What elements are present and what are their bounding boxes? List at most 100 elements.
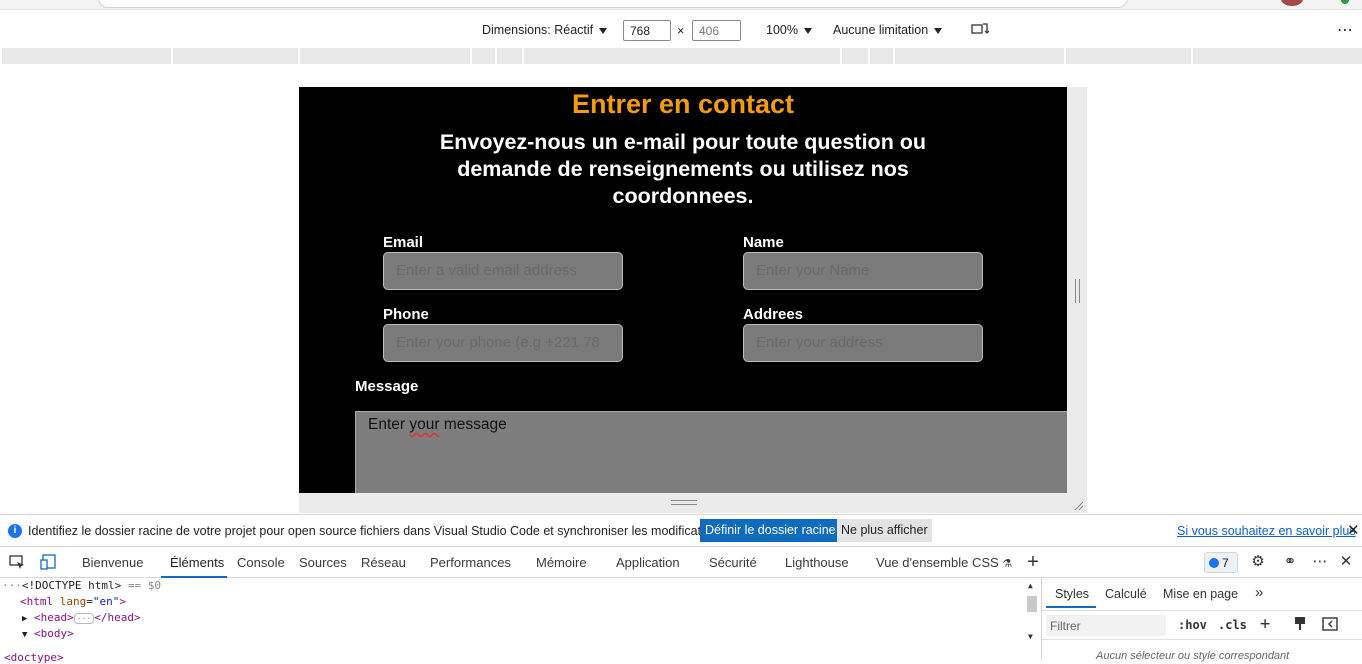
html-open-tag: <html xyxy=(20,595,54,608)
chevron-down-icon xyxy=(934,27,943,34)
media-query-ruler[interactable] xyxy=(2,48,1362,64)
resize-grip-icon xyxy=(1075,279,1080,303)
message-label: Message xyxy=(355,378,419,395)
tab-css-overview[interactable]: Vue d'ensemble CSS ⚗ xyxy=(876,555,1012,570)
close-icon[interactable]: ✕ xyxy=(1337,553,1355,571)
dont-show-again-button[interactable]: Ne plus afficher xyxy=(837,519,932,542)
more-tabs-icon[interactable]: » xyxy=(1255,584,1263,601)
info-icon: i xyxy=(8,524,22,538)
more-options-icon[interactable]: ⋯ xyxy=(1311,553,1329,571)
collapse-arrow-icon[interactable]: ▼ xyxy=(22,630,27,640)
chevron-down-icon xyxy=(599,27,608,34)
tab-layout[interactable]: Mise en page xyxy=(1163,587,1238,601)
width-input[interactable]: 768 xyxy=(623,20,671,41)
expand-arrow-icon[interactable]: ▶ xyxy=(22,614,27,624)
dimensions-dropdown[interactable]: Dimensions: Réactif xyxy=(482,23,608,37)
times-separator: × xyxy=(677,24,685,38)
tab-styles[interactable]: Styles xyxy=(1055,587,1089,601)
inspect-element-icon[interactable] xyxy=(8,553,26,571)
head-open-tag: <head> xyxy=(34,611,74,624)
tab-network[interactable]: Réseau xyxy=(361,555,406,570)
zoom-dropdown[interactable]: 100% xyxy=(766,23,812,37)
gear-icon[interactable]: ⚙ xyxy=(1249,553,1267,571)
more-options-icon[interactable]: ⋯ xyxy=(1337,20,1353,40)
email-label: Email xyxy=(383,234,424,251)
device-toolbar: Dimensions: Réactif 768 × 406 100% Aucun… xyxy=(0,10,1362,48)
tab-elements[interactable]: Éléments xyxy=(170,555,224,570)
address-field[interactable]: Enter your address xyxy=(743,324,983,362)
contact-title: Entrer en contact xyxy=(571,89,795,119)
issues-badge[interactable]: 7 xyxy=(1204,552,1238,573)
issues-icon xyxy=(1209,558,1219,568)
cut-off-node: <doctype> xyxy=(4,651,64,664)
learn-more-link[interactable]: Si vous souhaitez en savoir plus xyxy=(1177,524,1356,538)
phone-field[interactable]: Enter your phone (e.g +221 78 xyxy=(383,324,623,362)
device-emulation-icon[interactable] xyxy=(40,553,58,571)
tab-sources[interactable]: Sources xyxy=(299,555,347,570)
name-field[interactable]: Enter your Name xyxy=(743,252,983,290)
head-close-tag: </head> xyxy=(94,611,141,624)
class-toggle-button[interactable]: .cls xyxy=(1218,618,1247,632)
close-icon[interactable]: ✕ xyxy=(1347,521,1360,539)
doctype-text: <!DOCTYPE html> xyxy=(21,579,122,592)
rotate-icon[interactable] xyxy=(971,21,990,40)
height-input[interactable]: 406 xyxy=(692,20,741,41)
connect-icon[interactable]: ⚭ xyxy=(1281,553,1299,571)
message-placeholder-end: message xyxy=(439,416,507,433)
tab-memory[interactable]: Mémoire xyxy=(536,555,587,570)
body-node[interactable]: ▼ <body> xyxy=(22,627,74,640)
styles-tab-indicator xyxy=(1046,606,1096,608)
info-bar: i Identifiez le dossier racine de votre … xyxy=(0,514,1362,546)
phone-label: Phone xyxy=(383,306,429,323)
tab-bienvenue[interactable]: Bienvenue xyxy=(82,555,143,570)
viewport-resize-right[interactable] xyxy=(1067,87,1087,513)
tab-performance[interactable]: Performances xyxy=(430,555,511,570)
toggle-sidebar-icon[interactable] xyxy=(1322,616,1338,635)
message-placeholder-misspelled: your xyxy=(409,416,440,433)
paint-icon[interactable] xyxy=(1293,616,1307,635)
no-match-message: Aucun sélecteur ou style correspondant xyxy=(1096,650,1290,662)
doctype-node[interactable]: ···<!DOCTYPE html> == $0 xyxy=(2,579,161,592)
profile-avatar[interactable] xyxy=(1281,0,1303,6)
set-root-folder-button[interactable]: Définir le dossier racine xyxy=(700,519,841,542)
name-label: Name xyxy=(743,234,784,251)
message-textarea[interactable]: Enter your message xyxy=(355,411,1067,493)
styles-filter-input[interactable]: Filtrer xyxy=(1046,615,1166,636)
new-rule-icon[interactable]: + xyxy=(1260,614,1270,634)
scroll-up-icon[interactable]: ▲ xyxy=(1028,581,1033,590)
tab-console[interactable]: Console xyxy=(237,555,285,570)
info-text: Identifiez le dossier racine de votre pr… xyxy=(28,524,728,538)
body-open-tag: <body> xyxy=(34,627,74,640)
hover-state-button[interactable]: :hov xyxy=(1178,618,1207,632)
tab-lighthouse[interactable]: Lighthouse xyxy=(785,555,849,570)
scroll-down-icon[interactable]: ▼ xyxy=(1028,632,1033,641)
resize-grip-icon xyxy=(671,500,697,505)
scroll-thumb[interactable] xyxy=(1027,596,1037,612)
html-attr: lang xyxy=(59,595,87,608)
html-attr-value: "en" xyxy=(92,595,120,608)
status-dot-icon xyxy=(1341,0,1349,4)
chevron-down-icon xyxy=(803,27,812,34)
html-close-bracket: > xyxy=(119,595,126,608)
browser-address-strip xyxy=(0,0,1362,10)
issues-count: 7 xyxy=(1222,556,1229,570)
tab-computed[interactable]: Calculé xyxy=(1105,587,1147,601)
selected-marker: == $0 xyxy=(127,579,161,592)
add-tab-icon[interactable]: + xyxy=(1024,552,1042,572)
address-label: Addrees xyxy=(743,306,804,323)
html-node[interactable]: <html lang="en"> xyxy=(20,595,126,608)
address-bar[interactable] xyxy=(98,0,1128,8)
throttle-dropdown[interactable]: Aucune limitation xyxy=(833,23,943,37)
tab-application[interactable]: Application xyxy=(616,555,680,570)
elements-tree: ···<!DOCTYPE html> == $0 <html lang="en"… xyxy=(0,578,1041,664)
head-node[interactable]: ▶ <head> ··· </head> xyxy=(22,611,141,624)
resize-corner-icon[interactable] xyxy=(1073,500,1083,510)
ellipsis-icon[interactable]: ··· xyxy=(73,613,95,624)
viewport-resize-bottom[interactable] xyxy=(299,493,1087,513)
dimensions-label: Dimensions: Réactif xyxy=(482,23,594,37)
styles-panel: Styles Calculé Mise en page » Filtrer :h… xyxy=(1041,578,1362,662)
elements-scrollbar[interactable]: ▲ ▼ xyxy=(1025,578,1039,646)
email-field[interactable]: Enter a valid email address xyxy=(383,252,623,290)
message-placeholder-start: Enter xyxy=(368,416,410,433)
tab-security[interactable]: Sécurité xyxy=(709,555,757,570)
